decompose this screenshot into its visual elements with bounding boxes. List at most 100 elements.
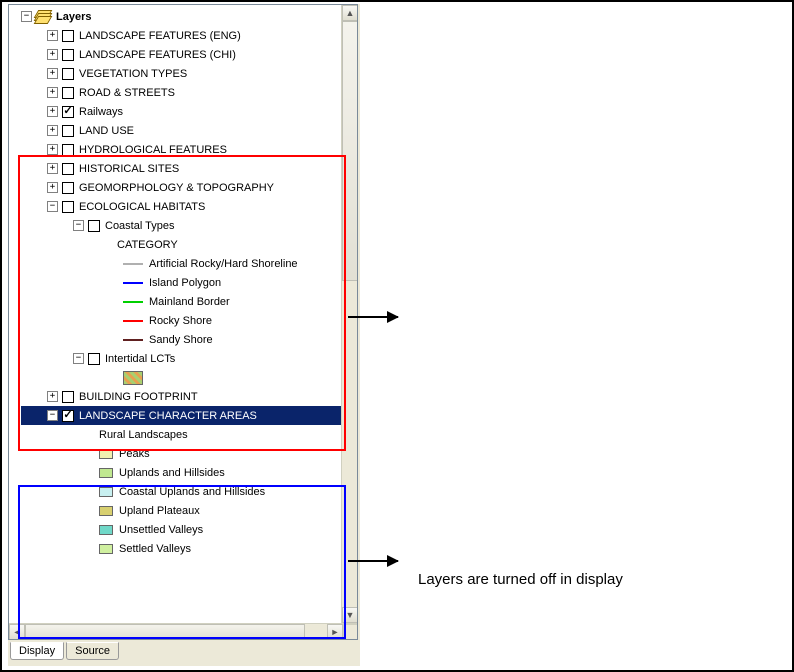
layer-label: VEGETATION TYPES [79, 68, 187, 80]
layer-group[interactable]: + VEGETATION TYPES [21, 64, 357, 83]
expand-icon[interactable]: + [47, 87, 58, 98]
collapse-icon[interactable]: − [73, 353, 84, 364]
visibility-checkbox[interactable] [62, 125, 74, 137]
layer-label: GEOMORPHOLOGY & TOPOGRAPHY [79, 182, 274, 194]
symbology-class: Sandy Shore [21, 330, 357, 349]
layer-label: LANDSCAPE CHARACTER AREAS [79, 410, 257, 422]
scroll-thumb[interactable] [342, 21, 358, 281]
visibility-checkbox[interactable] [62, 30, 74, 42]
class-label: Coastal Uplands and Hillsides [119, 486, 265, 498]
layers-icon [36, 10, 51, 23]
visibility-checkbox[interactable] [62, 87, 74, 99]
visibility-checkbox[interactable] [62, 410, 74, 422]
expand-icon[interactable]: + [47, 163, 58, 174]
layer-group[interactable]: + LANDSCAPE FEATURES (CHI) [21, 45, 357, 64]
expand-icon[interactable]: + [47, 144, 58, 155]
scroll-left-button[interactable]: ◄ [9, 624, 25, 640]
class-label: Artificial Rocky/Hard Shoreline [149, 258, 298, 270]
layer-label: Coastal Types [105, 220, 175, 232]
symbology-class: Upland Plateaux [21, 501, 357, 520]
expand-icon[interactable]: + [47, 49, 58, 60]
symbology-class: Artificial Rocky/Hard Shoreline [21, 254, 357, 273]
fill-swatch-icon [99, 468, 113, 478]
layer-intertidal-lcts[interactable]: − Intertidal LCTs [21, 349, 357, 368]
expand-icon[interactable]: + [47, 68, 58, 79]
layer-coastal-types[interactable]: − Coastal Types [21, 216, 357, 235]
root-label: Layers [56, 11, 91, 23]
layer-label: ECOLOGICAL HABITATS [79, 201, 205, 213]
line-swatch-icon [123, 320, 143, 322]
layer-label: LANDSCAPE FEATURES (CHI) [79, 49, 236, 61]
layer-tree: − Layers + LANDSCAPE FEATURES (ENG) + LANDS… [9, 5, 357, 558]
expand-icon[interactable]: + [47, 391, 58, 402]
layer-group[interactable]: + LANDSCAPE FEATURES (ENG) [21, 26, 357, 45]
scroll-up-button[interactable]: ▲ [342, 5, 358, 21]
layer-label: Railways [79, 106, 123, 118]
scroll-right-button[interactable]: ► [327, 624, 343, 640]
visibility-checkbox[interactable] [62, 49, 74, 61]
visibility-checkbox[interactable] [62, 182, 74, 194]
fill-swatch-icon [99, 506, 113, 516]
group-landscape-character-areas[interactable]: − LANDSCAPE CHARACTER AREAS [21, 406, 357, 425]
collapse-icon[interactable]: − [47, 201, 58, 212]
visibility-checkbox[interactable] [62, 68, 74, 80]
visibility-checkbox[interactable] [62, 163, 74, 175]
expand-icon[interactable]: + [47, 30, 58, 41]
collapse-icon[interactable]: − [47, 410, 58, 421]
visibility-checkbox[interactable] [62, 144, 74, 156]
collapse-icon[interactable]: − [21, 11, 32, 22]
tree-scroll-area: − Layers + LANDSCAPE FEATURES (ENG) + LANDS… [8, 4, 358, 640]
expand-icon[interactable]: + [47, 106, 58, 117]
raster-swatch-icon [123, 371, 143, 385]
line-swatch-icon [123, 263, 143, 265]
visibility-checkbox[interactable] [88, 220, 100, 232]
class-label: Unsettled Valleys [119, 524, 203, 536]
class-label: Uplands and Hillsides [119, 467, 225, 479]
layer-label: ROAD & STREETS [79, 87, 175, 99]
symbology-class: Settled Valleys [21, 539, 357, 558]
layer-group[interactable]: + GEOMORPHOLOGY & TOPOGRAPHY [21, 178, 357, 197]
layer-group[interactable]: + Railways [21, 102, 357, 121]
layer-group[interactable]: + HYDROLOGICAL FEATURES [21, 140, 357, 159]
line-swatch-icon [123, 301, 143, 303]
class-label: Upland Plateaux [119, 505, 200, 517]
symbology-class: Island Polygon [21, 273, 357, 292]
layer-label: HISTORICAL SITES [79, 163, 179, 175]
fill-swatch-icon [99, 487, 113, 497]
visibility-checkbox[interactable] [88, 353, 100, 365]
class-label: Settled Valleys [119, 543, 191, 555]
visibility-checkbox[interactable] [62, 106, 74, 118]
visibility-checkbox[interactable] [62, 391, 74, 403]
line-swatch-icon [123, 282, 143, 284]
collapse-icon[interactable]: − [73, 220, 84, 231]
symbology-class: Coastal Uplands and Hillsides [21, 482, 357, 501]
symbology-class: Unsettled Valleys [21, 520, 357, 539]
group-ecological-habitats[interactable]: − ECOLOGICAL HABITATS [21, 197, 357, 216]
tab-display[interactable]: Display [10, 642, 64, 660]
class-label: Peaks [119, 448, 150, 460]
horizontal-scrollbar[interactable]: ◄ ► [9, 623, 358, 639]
layer-label: LAND USE [79, 125, 134, 137]
layer-label: LANDSCAPE FEATURES (ENG) [79, 30, 241, 42]
class-label: Sandy Shore [149, 334, 213, 346]
layer-group[interactable]: + ROAD & STREETS [21, 83, 357, 102]
layer-group[interactable]: + LAND USE [21, 121, 357, 140]
layer-group[interactable]: + HISTORICAL SITES [21, 159, 357, 178]
expand-icon[interactable]: + [47, 182, 58, 193]
vertical-scrollbar[interactable]: ▲ ▼ [341, 5, 357, 623]
layer-label: HYDROLOGICAL FEATURES [79, 144, 227, 156]
visibility-checkbox[interactable] [62, 201, 74, 213]
symbology-heading: Rural Landscapes [21, 425, 357, 444]
fill-swatch-icon [99, 449, 113, 459]
fill-swatch-icon [99, 525, 113, 535]
scroll-thumb[interactable] [25, 624, 305, 640]
symbology-class: Peaks [21, 444, 357, 463]
symbology-class: Mainland Border [21, 292, 357, 311]
tab-source[interactable]: Source [66, 642, 119, 660]
expand-icon[interactable]: + [47, 125, 58, 136]
group-building-footprint[interactable]: + BUILDING FOOTPRINT [21, 387, 357, 406]
root-layers[interactable]: − Layers [21, 7, 357, 26]
symbology-heading: CATEGORY [21, 235, 357, 254]
class-label: Island Polygon [149, 277, 221, 289]
scroll-down-button[interactable]: ▼ [342, 607, 358, 623]
